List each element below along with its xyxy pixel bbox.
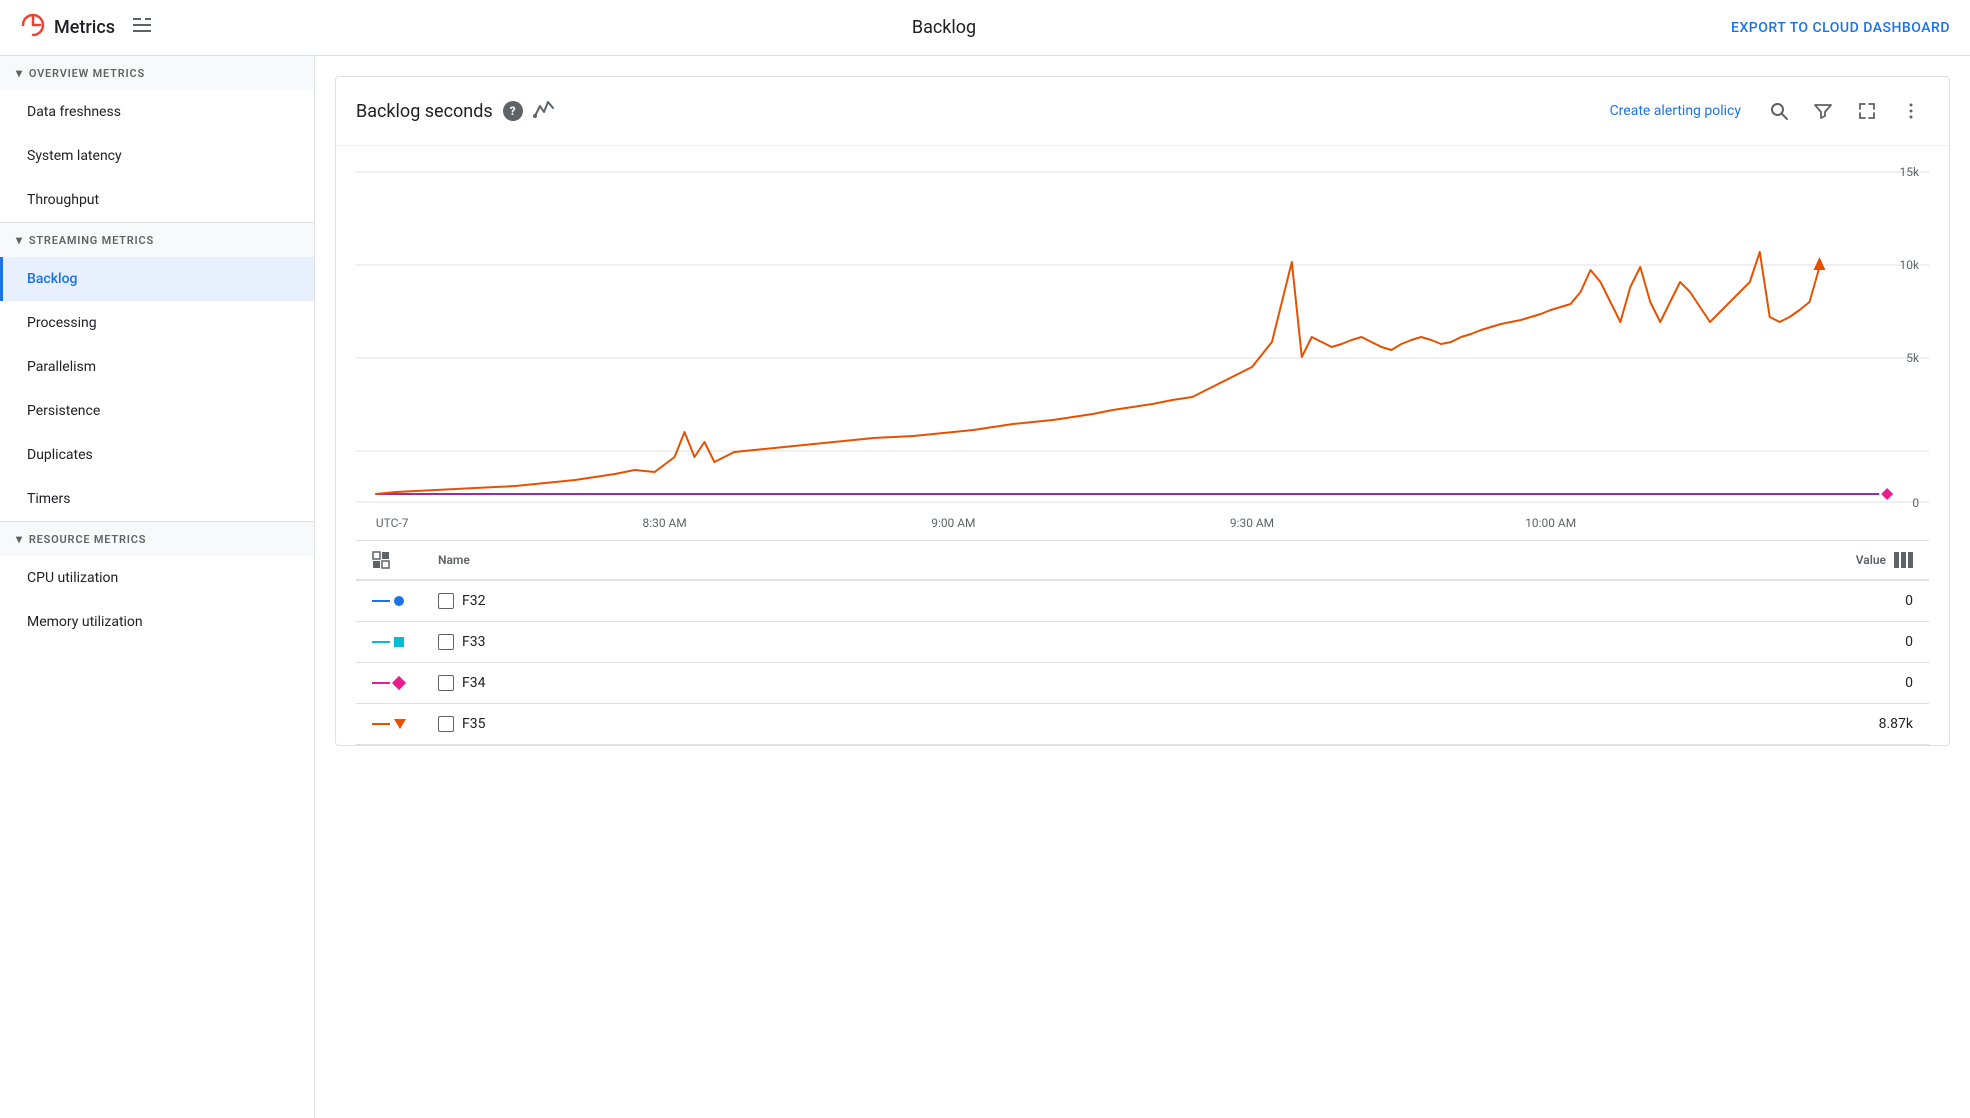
app-title: Metrics [54, 17, 115, 38]
svg-text:UTC-7: UTC-7 [376, 516, 409, 530]
more-options-icon-btn[interactable] [1893, 93, 1929, 129]
sidebar-section-resource-label: RESOURCE METRICS [29, 533, 146, 546]
filter-icon-btn[interactable] [1805, 93, 1841, 129]
chart-svg: 15k 10k 5k 0 UTC-7 [356, 162, 1929, 532]
legend-row-name-f34: F34 [422, 663, 1132, 704]
row-checkbox-f35[interactable] [438, 716, 454, 732]
svg-text:10k: 10k [1900, 258, 1920, 272]
metrics-chart-icon[interactable] [533, 98, 555, 125]
legend-th-value: Value [1132, 541, 1929, 581]
legend-row-value-f33: 0 [1132, 622, 1929, 663]
sidebar-item-memory-utilization[interactable]: Memory utilization [0, 600, 314, 644]
columns-icon[interactable] [1894, 552, 1913, 568]
sidebar-item-cpu-utilization[interactable]: CPU utilization [0, 556, 314, 600]
legend-row-value-f34: 0 [1132, 663, 1929, 704]
app-logo: Metrics [20, 12, 115, 44]
legend-row-name-f33: F33 [422, 622, 1132, 663]
svg-text:9:00 AM: 9:00 AM [931, 516, 975, 530]
row-checkbox-f33[interactable] [438, 634, 454, 650]
sidebar-item-persistence[interactable]: Persistence [0, 389, 314, 433]
sidebar-item-data-freshness[interactable]: Data freshness [0, 90, 314, 134]
content-area: Backlog seconds ? Create alerting policy [315, 56, 1970, 1118]
chart-header: Backlog seconds ? Create alerting policy [336, 77, 1949, 146]
legend-th-name: Name [422, 541, 1132, 581]
sidebar-section-streaming-label: STREAMING METRICS [29, 234, 154, 247]
svg-text:15k: 15k [1900, 165, 1920, 179]
table-row: F32 0 [356, 580, 1929, 622]
logo-icon [20, 12, 46, 44]
svg-text:8:30 AM: 8:30 AM [643, 516, 687, 530]
page-title: Backlog [912, 17, 976, 38]
sidebar-section-resource[interactable]: ▾ RESOURCE METRICS [0, 521, 314, 556]
svg-text:0: 0 [1912, 496, 1919, 510]
legend-row-indicator-f35 [356, 704, 422, 745]
top-bar: Metrics Backlog EXPORT TO CLOUD DASHBOAR… [0, 0, 1970, 56]
row-checkbox-f34[interactable] [438, 675, 454, 691]
sidebar-item-throughput[interactable]: Throughput [0, 178, 314, 222]
create-alert-link[interactable]: Create alerting policy [1610, 103, 1741, 119]
chevron-down-icon: ▾ [16, 233, 23, 247]
legend-row-value-f32: 0 [1132, 580, 1929, 622]
row-checkbox-f32[interactable] [438, 593, 454, 609]
legend-row-indicator-f33 [356, 622, 422, 663]
sidebar-section-streaming[interactable]: ▾ STREAMING METRICS [0, 222, 314, 257]
svg-text:5k: 5k [1906, 351, 1920, 365]
sidebar-section-overview-label: OVERVIEW METRICS [29, 67, 145, 80]
chart-svg-container: 15k 10k 5k 0 UTC-7 [356, 162, 1929, 532]
top-bar-left: Metrics [20, 10, 157, 45]
main-layout: ▾ OVERVIEW METRICS Data freshness System… [0, 56, 1970, 1118]
chart-actions: Create alerting policy [1610, 93, 1929, 129]
legend-row-indicator-f32 [356, 580, 422, 622]
chart-title-group: Backlog seconds ? [356, 98, 555, 125]
sidebar-item-system-latency[interactable]: System latency [0, 134, 314, 178]
legend-row-name-f35: F35 [422, 704, 1132, 745]
expand-icon-btn[interactable] [1849, 93, 1885, 129]
help-icon[interactable]: ? [503, 101, 523, 121]
search-icon-btn[interactable] [1761, 93, 1797, 129]
legend-table: Name Value [356, 540, 1929, 745]
chart-card: Backlog seconds ? Create alerting policy [335, 76, 1950, 746]
chart-body: 15k 10k 5k 0 UTC-7 [336, 146, 1949, 745]
legend-row-name-f32: F32 [422, 580, 1132, 622]
legend-th-icon [356, 541, 422, 581]
export-button[interactable]: EXPORT TO CLOUD DASHBOARD [1731, 20, 1950, 36]
svg-text:10:00 AM: 10:00 AM [1525, 516, 1576, 530]
chart-title: Backlog seconds [356, 101, 493, 122]
sidebar-item-duplicates[interactable]: Duplicates [0, 433, 314, 477]
sidebar-item-processing[interactable]: Processing [0, 301, 314, 345]
sidebar-item-parallelism[interactable]: Parallelism [0, 345, 314, 389]
sidebar-item-backlog[interactable]: Backlog [0, 257, 314, 301]
svg-text:9:30 AM: 9:30 AM [1230, 516, 1274, 530]
legend-row-value-f35: 8.87k [1132, 704, 1929, 745]
sidebar-section-overview[interactable]: ▾ OVERVIEW METRICS [0, 56, 314, 90]
sidebar: ▾ OVERVIEW METRICS Data freshness System… [0, 56, 315, 1118]
chevron-down-icon: ▾ [16, 66, 23, 80]
sidebar-item-timers[interactable]: Timers [0, 477, 314, 521]
table-row: F34 0 [356, 663, 1929, 704]
chevron-down-icon: ▾ [16, 532, 23, 546]
table-row: F33 0 [356, 622, 1929, 663]
table-row: F35 8.87k [356, 704, 1929, 745]
legend-row-indicator-f34 [356, 663, 422, 704]
sidebar-toggle[interactable] [127, 10, 157, 45]
